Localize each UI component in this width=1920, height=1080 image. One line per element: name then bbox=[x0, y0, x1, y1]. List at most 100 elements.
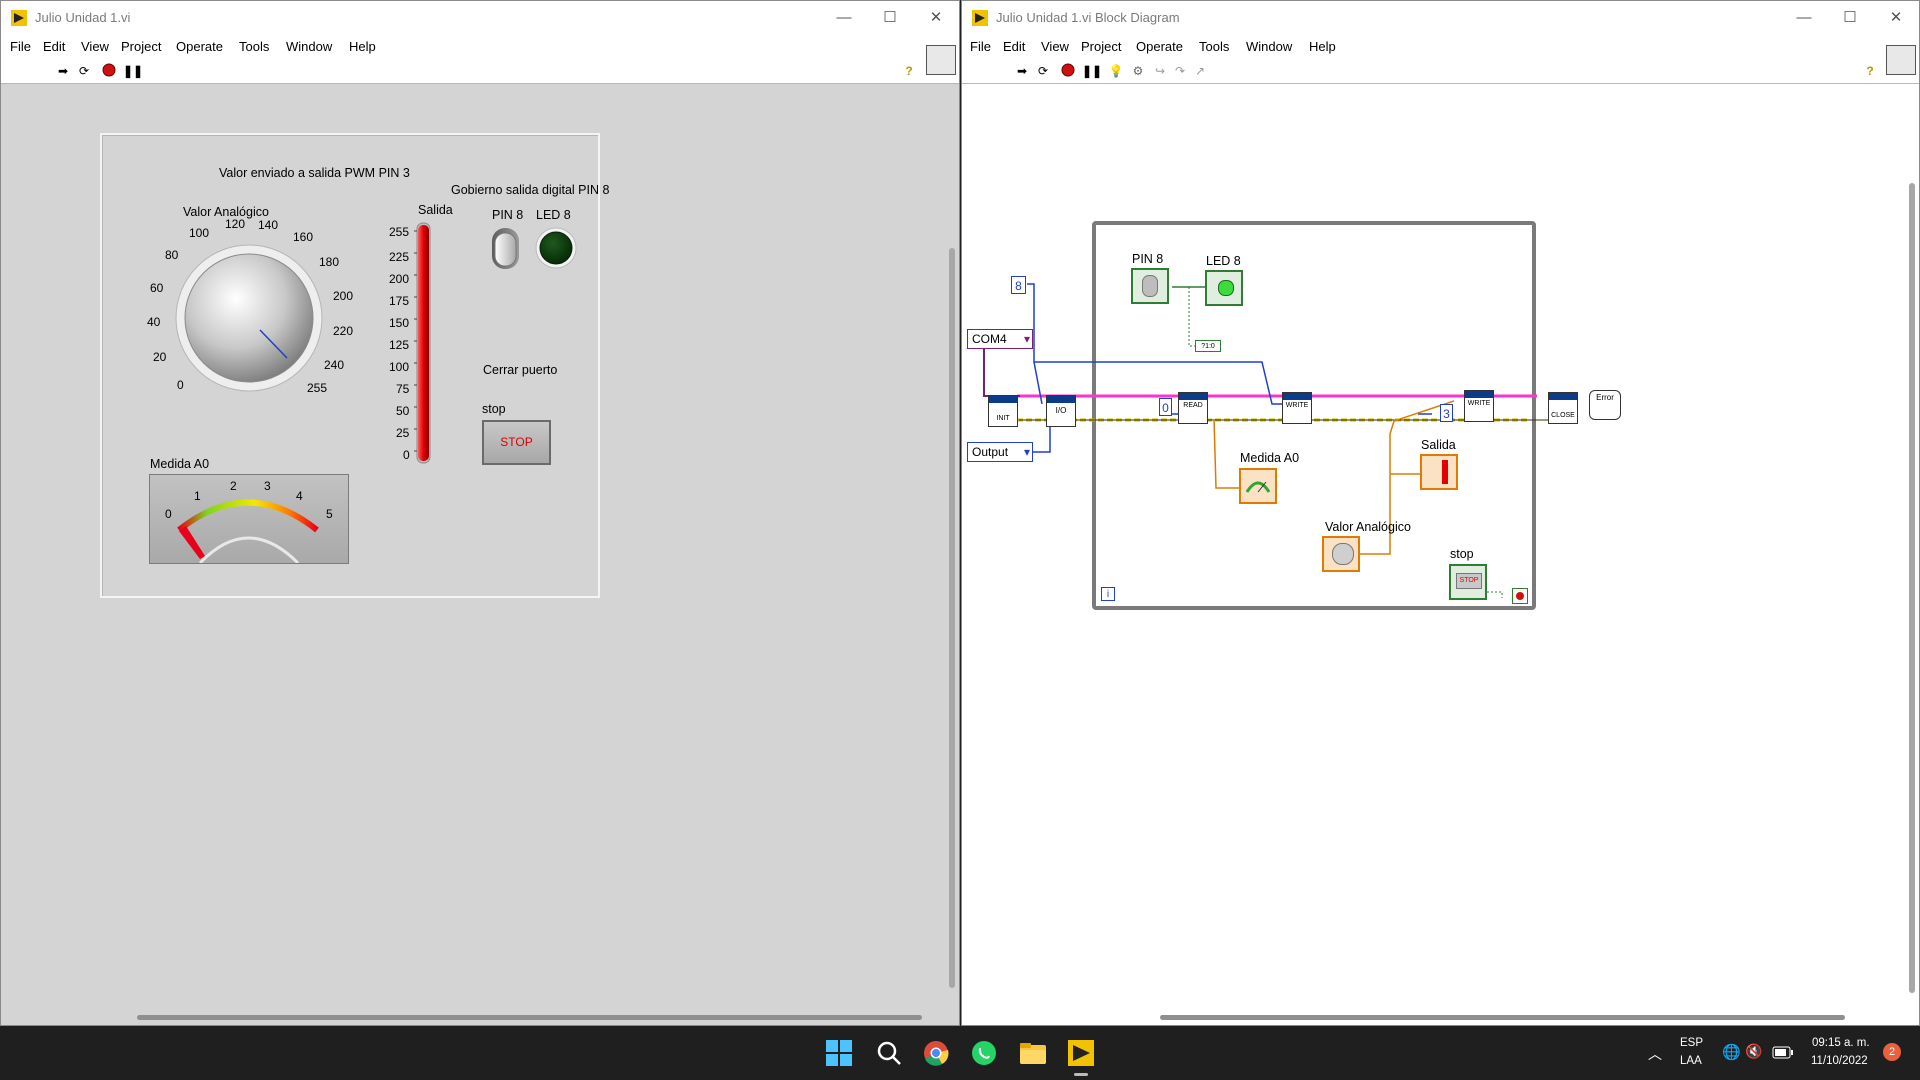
menu-tools[interactable]: Tools bbox=[1199, 39, 1229, 54]
front-panel-window: Julio Unidad 1.vi — ☐ ✕ File Edit View P… bbox=[0, 0, 960, 1026]
loop-iteration-terminal[interactable]: i bbox=[1101, 587, 1115, 601]
read-node-label: READ bbox=[1183, 402, 1203, 409]
clock-date[interactable]: 11/10/2022 bbox=[1811, 1055, 1868, 1067]
abort-icon[interactable] bbox=[101, 63, 117, 79]
pwm-write-subvi[interactable]: WRITE bbox=[1464, 390, 1494, 422]
led8-indicator-terminal[interactable] bbox=[1205, 270, 1243, 306]
medida-a0-terminal[interactable] bbox=[1239, 468, 1277, 504]
zero-constant[interactable]: 0 bbox=[1159, 398, 1172, 416]
led-label: LED 8 bbox=[536, 208, 571, 222]
digital-write-subvi[interactable]: WRITE bbox=[1282, 392, 1312, 424]
run-arrow-icon[interactable]: ➡ bbox=[1014, 63, 1030, 79]
thermometer-indicator bbox=[414, 222, 431, 464]
file-explorer-icon[interactable] bbox=[1019, 1041, 1047, 1065]
menu-tools[interactable]: Tools bbox=[239, 39, 269, 54]
window-title: Julio Unidad 1.vi bbox=[35, 10, 131, 25]
block-diagram-titlebar[interactable]: Julio Unidad 1.vi Block Diagram — ☐ ✕ bbox=[962, 1, 1919, 35]
maximize-button[interactable]: ☐ bbox=[867, 1, 913, 35]
output-mode-constant[interactable]: Output ▾ bbox=[967, 442, 1033, 462]
analog-read-subvi[interactable]: READ bbox=[1178, 392, 1208, 424]
init-subvi[interactable]: INIT bbox=[988, 395, 1018, 427]
stop-control-terminal[interactable]: STOP bbox=[1449, 564, 1487, 600]
chevron-up-icon[interactable]: ︿ bbox=[1648, 1044, 1662, 1064]
menu-operate[interactable]: Operate bbox=[1136, 39, 1183, 54]
window-title: Julio Unidad 1.vi Block Diagram bbox=[996, 10, 1180, 25]
help-icon[interactable]: ? bbox=[1862, 63, 1878, 79]
meter-scale-label: 3 bbox=[264, 479, 271, 493]
menu-file[interactable]: File bbox=[970, 39, 991, 54]
digital-io-subvi[interactable]: I/O bbox=[1046, 395, 1076, 427]
thermometer-label: Salida bbox=[418, 203, 453, 217]
connector-pane-icon[interactable] bbox=[926, 45, 956, 75]
close-button[interactable]: ✕ bbox=[1873, 1, 1919, 35]
valor-analogico-terminal[interactable] bbox=[1322, 536, 1360, 572]
pause-icon[interactable]: ❚❚ bbox=[1082, 63, 1102, 79]
bool-to-int-node[interactable]: ?1:0 bbox=[1195, 340, 1221, 352]
loop-condition-terminal[interactable] bbox=[1512, 588, 1528, 604]
pin8-control-terminal[interactable] bbox=[1131, 268, 1169, 304]
windows-start-icon[interactable] bbox=[826, 1040, 852, 1066]
menu-view[interactable]: View bbox=[81, 39, 109, 54]
minimize-button[interactable]: — bbox=[1781, 1, 1827, 35]
salida-terminal[interactable] bbox=[1420, 454, 1458, 490]
search-icon[interactable] bbox=[876, 1040, 902, 1066]
horizontal-scrollbar[interactable] bbox=[137, 1015, 922, 1020]
language-code[interactable]: ESP bbox=[1680, 1037, 1703, 1049]
minimize-button[interactable]: — bbox=[821, 1, 867, 35]
connector-pane-icon[interactable] bbox=[1886, 45, 1916, 75]
simple-error-handler-subvi[interactable]: Error bbox=[1589, 390, 1621, 420]
three-constant[interactable]: 3 bbox=[1440, 404, 1453, 422]
step-into-icon[interactable]: ↪ bbox=[1152, 63, 1168, 79]
menu-edit[interactable]: Edit bbox=[1003, 39, 1025, 54]
block-diagram-window: Julio Unidad 1.vi Block Diagram — ☐ ✕ Fi… bbox=[961, 0, 1920, 1026]
menu-file[interactable]: File bbox=[10, 39, 31, 54]
front-panel-titlebar[interactable]: Julio Unidad 1.vi — ☐ ✕ bbox=[1, 1, 959, 35]
abort-icon[interactable] bbox=[1060, 63, 1076, 79]
run-arrow-icon[interactable]: ➡ bbox=[55, 63, 71, 79]
menu-window[interactable]: Window bbox=[286, 39, 332, 54]
help-icon[interactable]: ? bbox=[901, 63, 917, 79]
menu-window[interactable]: Window bbox=[1246, 39, 1292, 54]
notification-badge[interactable]: 2 bbox=[1883, 1043, 1901, 1061]
thermo-scale-label: 25 bbox=[396, 426, 410, 440]
menu-project[interactable]: Project bbox=[121, 39, 161, 54]
highlight-execution-icon[interactable]: 💡 bbox=[1108, 63, 1124, 79]
thermo-scale-label: 50 bbox=[396, 404, 410, 418]
pin8-toggle-switch[interactable] bbox=[490, 226, 522, 272]
horizontal-scrollbar[interactable] bbox=[1160, 1015, 1845, 1020]
chrome-icon[interactable] bbox=[923, 1040, 949, 1066]
vertical-scrollbar[interactable] bbox=[1909, 183, 1915, 993]
pin8-terminal-label: PIN 8 bbox=[1132, 252, 1164, 266]
retain-wire-values-icon[interactable]: ⚙ bbox=[1130, 63, 1146, 79]
stop-button[interactable]: STOP bbox=[482, 420, 551, 465]
volume-muted-icon[interactable]: 🔇 bbox=[1745, 1043, 1762, 1060]
thermo-scale-label: 175 bbox=[389, 294, 410, 308]
output-mode-value: Output bbox=[972, 445, 1009, 459]
wires-layer bbox=[983, 221, 1562, 610]
step-out-icon[interactable]: ↗ bbox=[1192, 63, 1208, 79]
vertical-scrollbar[interactable] bbox=[949, 248, 955, 988]
battery-icon[interactable] bbox=[1772, 1046, 1794, 1059]
menu-help[interactable]: Help bbox=[1309, 39, 1336, 54]
knob-control[interactable] bbox=[161, 234, 341, 404]
pin8-constant[interactable]: 8 bbox=[1011, 276, 1026, 294]
toolbar: ➡ ⟳ ❚❚ ? bbox=[1, 59, 959, 84]
maximize-button[interactable]: ☐ bbox=[1827, 1, 1873, 35]
menu-operate[interactable]: Operate bbox=[176, 39, 223, 54]
whatsapp-icon[interactable] bbox=[971, 1040, 997, 1066]
menu-project[interactable]: Project bbox=[1081, 39, 1121, 54]
run-continuously-icon[interactable]: ⟳ bbox=[1035, 63, 1051, 79]
close-subvi[interactable]: CLOSE bbox=[1548, 392, 1578, 424]
close-button[interactable]: ✕ bbox=[913, 1, 959, 35]
menu-view[interactable]: View bbox=[1041, 39, 1069, 54]
step-over-icon[interactable]: ↷ bbox=[1172, 63, 1188, 79]
pause-icon[interactable]: ❚❚ bbox=[123, 63, 143, 79]
menu-edit[interactable]: Edit bbox=[43, 39, 65, 54]
clock-time[interactable]: 09:15 a. m. bbox=[1812, 1037, 1870, 1049]
menu-help[interactable]: Help bbox=[349, 39, 376, 54]
keyboard-layout[interactable]: LAA bbox=[1680, 1055, 1702, 1067]
network-globe-icon[interactable]: 🌐 bbox=[1722, 1043, 1741, 1061]
com-port-constant[interactable]: COM4 ▾ bbox=[967, 329, 1033, 349]
run-continuously-icon[interactable]: ⟳ bbox=[76, 63, 92, 79]
labview-taskbar-icon[interactable] bbox=[1068, 1040, 1094, 1066]
